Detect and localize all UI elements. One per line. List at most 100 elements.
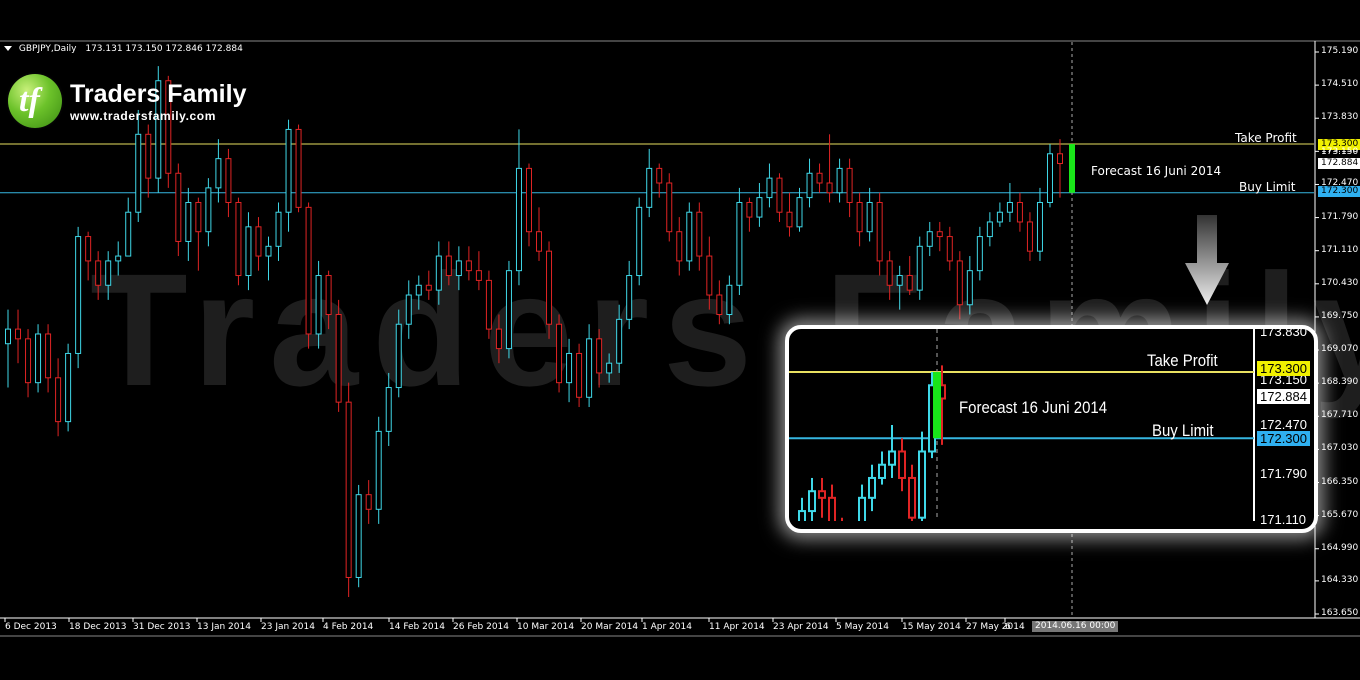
candle-body: [15, 328, 22, 340]
y-tick-label: 164.990: [1321, 542, 1359, 553]
zoom-tick-label: 172.470: [1260, 417, 1307, 432]
candle-body: [85, 236, 92, 262]
candle-body: [125, 211, 132, 257]
candle-body: [606, 362, 613, 374]
zoom-candle-body: [868, 476, 876, 499]
symbol-header[interactable]: GBPJPY,Daily 173.131 173.150 172.846 172…: [4, 44, 243, 54]
candle-body: [135, 133, 142, 213]
candle-body: [596, 338, 603, 374]
candle-body: [686, 211, 693, 262]
y-tick-label: 167.030: [1321, 443, 1359, 454]
x-tick-label: 23 Apr 2014: [773, 622, 829, 632]
ohlc-values: 173.131 173.150 172.846 172.884: [85, 44, 243, 54]
candle-body: [485, 279, 492, 330]
candle-body: [756, 197, 763, 218]
x-tick-label: 11 Apr 2014: [709, 622, 765, 632]
candle-body: [1046, 153, 1053, 203]
x-tick-label: 20 Mar 2014: [581, 622, 639, 632]
candle-body: [95, 260, 102, 286]
zoom-candle-body: [798, 510, 806, 529]
forecast-candle: [1069, 144, 1075, 193]
candle-body: [335, 313, 342, 403]
candle-body: [65, 352, 72, 423]
zoom-candle-body: [858, 496, 866, 529]
take-profit-label: Take Profit: [1235, 131, 1297, 145]
candle-body: [566, 352, 573, 384]
candle-body: [235, 201, 242, 277]
x-tick-label: 1 Apr 2014: [642, 622, 692, 632]
zoom-tick-label: 171.790: [1260, 466, 1307, 481]
candle-body: [325, 275, 332, 315]
candle-body: [896, 275, 903, 286]
candle-body: [956, 260, 963, 306]
candle-body: [706, 255, 713, 296]
candle-body: [215, 158, 222, 189]
candle-body: [936, 231, 943, 238]
x-tick-label: 23 Jan 2014: [261, 622, 315, 632]
zoom-candle-body: [918, 450, 926, 519]
y-tick-label: 173.830: [1321, 112, 1359, 123]
candle-body: [265, 245, 272, 257]
candle-body: [616, 318, 623, 364]
candle-body: [455, 260, 462, 277]
candle-body: [966, 270, 973, 306]
y-tick-label: 175.190: [1321, 46, 1359, 56]
y-tick-label: 164.330: [1321, 574, 1359, 585]
zoom-tick-label: 173.830: [1260, 325, 1307, 339]
x-tick-label: 15 May 2014: [902, 622, 961, 632]
candle-body: [475, 270, 482, 281]
zoom-candle-body: [828, 496, 836, 529]
traders-family-logo-icon: tf: [8, 74, 62, 128]
y-tick-label: 165.670: [1321, 509, 1359, 520]
x-tick-label: 6: [1005, 622, 1011, 632]
zoom-candle-body: [818, 490, 826, 499]
candle-body: [115, 255, 122, 262]
candle-body: [445, 255, 452, 277]
candle-body: [225, 158, 232, 203]
candle-body: [275, 211, 282, 247]
zoom-candle-body: [898, 450, 906, 479]
y-tick-label: 170.430: [1321, 277, 1359, 288]
candle-body: [145, 133, 152, 179]
candle-body: [75, 236, 82, 354]
candle-body: [586, 338, 593, 398]
candle-body: [576, 352, 583, 398]
candle-body: [866, 201, 873, 233]
x-tick-label: 27 May 2014: [966, 622, 1025, 632]
candle-body: [916, 245, 923, 291]
candle-body: [45, 333, 52, 379]
forecast-label: Forecast 16 Juni 2014: [1091, 164, 1222, 178]
mt4-chart-window: Traders Family GBPJPY,Daily 173.131 173.…: [0, 0, 1360, 680]
zoom-chart: [789, 329, 1255, 529]
candle-body: [766, 177, 773, 199]
candle-body: [105, 260, 112, 286]
zoom-forecast-label: Forecast 16 Juni 2014: [959, 398, 1108, 417]
y-tick-label: 167.710: [1321, 410, 1359, 421]
candle-body: [926, 231, 933, 247]
current-price-tag: 172.884: [1318, 158, 1360, 169]
candle-body: [656, 167, 663, 184]
candle-body: [1026, 221, 1033, 252]
buy-limit-label: Buy Limit: [1239, 180, 1296, 194]
dropdown-triangle-icon[interactable]: [4, 46, 12, 51]
candle-body: [1006, 201, 1013, 213]
x-tick-label: 4 Feb 2014: [323, 622, 374, 632]
candle-body: [25, 338, 32, 384]
candle-body: [5, 328, 11, 345]
candle-body: [646, 167, 653, 208]
candle-body: [175, 172, 182, 242]
candle-body: [375, 430, 382, 510]
x-tick-label: 26 Feb 2014: [453, 622, 510, 632]
candle-body: [556, 323, 563, 384]
x-tick-label: 18 Dec 2013: [69, 622, 127, 632]
candle-body: [786, 211, 793, 228]
x-tick-label: 31 Dec 2013: [133, 622, 191, 632]
candle-body: [546, 250, 553, 325]
zoom-buy-limit-label: Buy Limit: [1152, 421, 1214, 440]
candle-body: [425, 284, 432, 291]
candle-body: [505, 270, 512, 350]
y-tick-label: 171.110: [1321, 244, 1359, 255]
x-tick-label: 14 Feb 2014: [389, 622, 446, 632]
candle-body: [185, 201, 192, 242]
candle-body: [906, 275, 913, 291]
